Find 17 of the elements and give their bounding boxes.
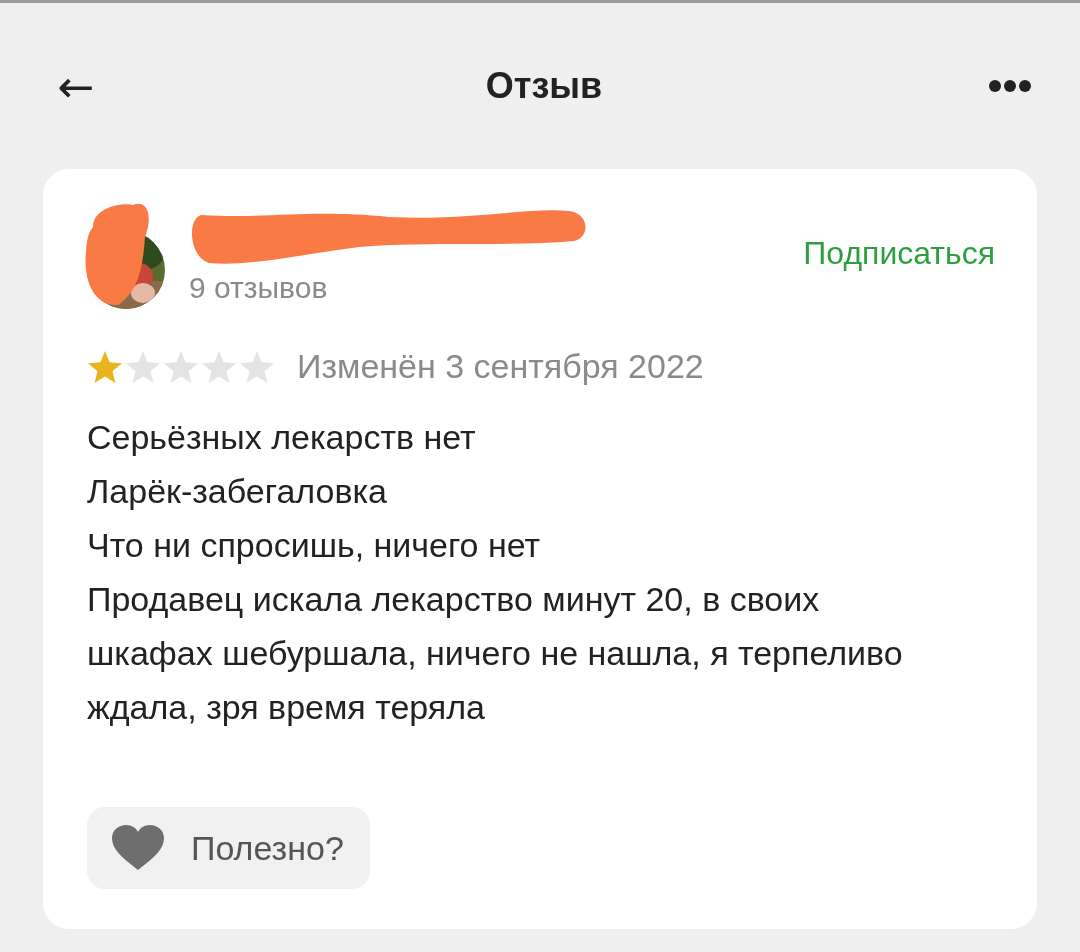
heart-icon xyxy=(111,825,165,871)
star-icon xyxy=(125,349,161,384)
review-text: Ларёк-забегаловка xyxy=(87,471,389,512)
reviews-count: 9 отзывов xyxy=(189,271,329,305)
review-text: Что ни спросишь, ничего нет xyxy=(87,525,542,566)
more-icon[interactable] xyxy=(988,79,1032,93)
star-icon xyxy=(201,349,237,384)
review-date: Изменён 3 сентября 2022 xyxy=(297,347,704,386)
subscribe-button[interactable]: Подписаться xyxy=(803,235,995,272)
helpful-button[interactable]: Полезно? xyxy=(87,807,370,889)
star-icon xyxy=(87,349,123,384)
review-text: Серьёзных лекарств нет xyxy=(87,417,477,458)
back-button[interactable]: ← xyxy=(52,60,100,112)
star-icon xyxy=(239,349,275,384)
review-text: Продавец искала лекарство минут 20, в своих шкафах шебуршала, ничего не нашла, я терпеливо ждала, зря время теряла xyxy=(87,579,904,728)
page-title: Отзыв xyxy=(485,65,603,107)
star-icon xyxy=(163,349,199,384)
